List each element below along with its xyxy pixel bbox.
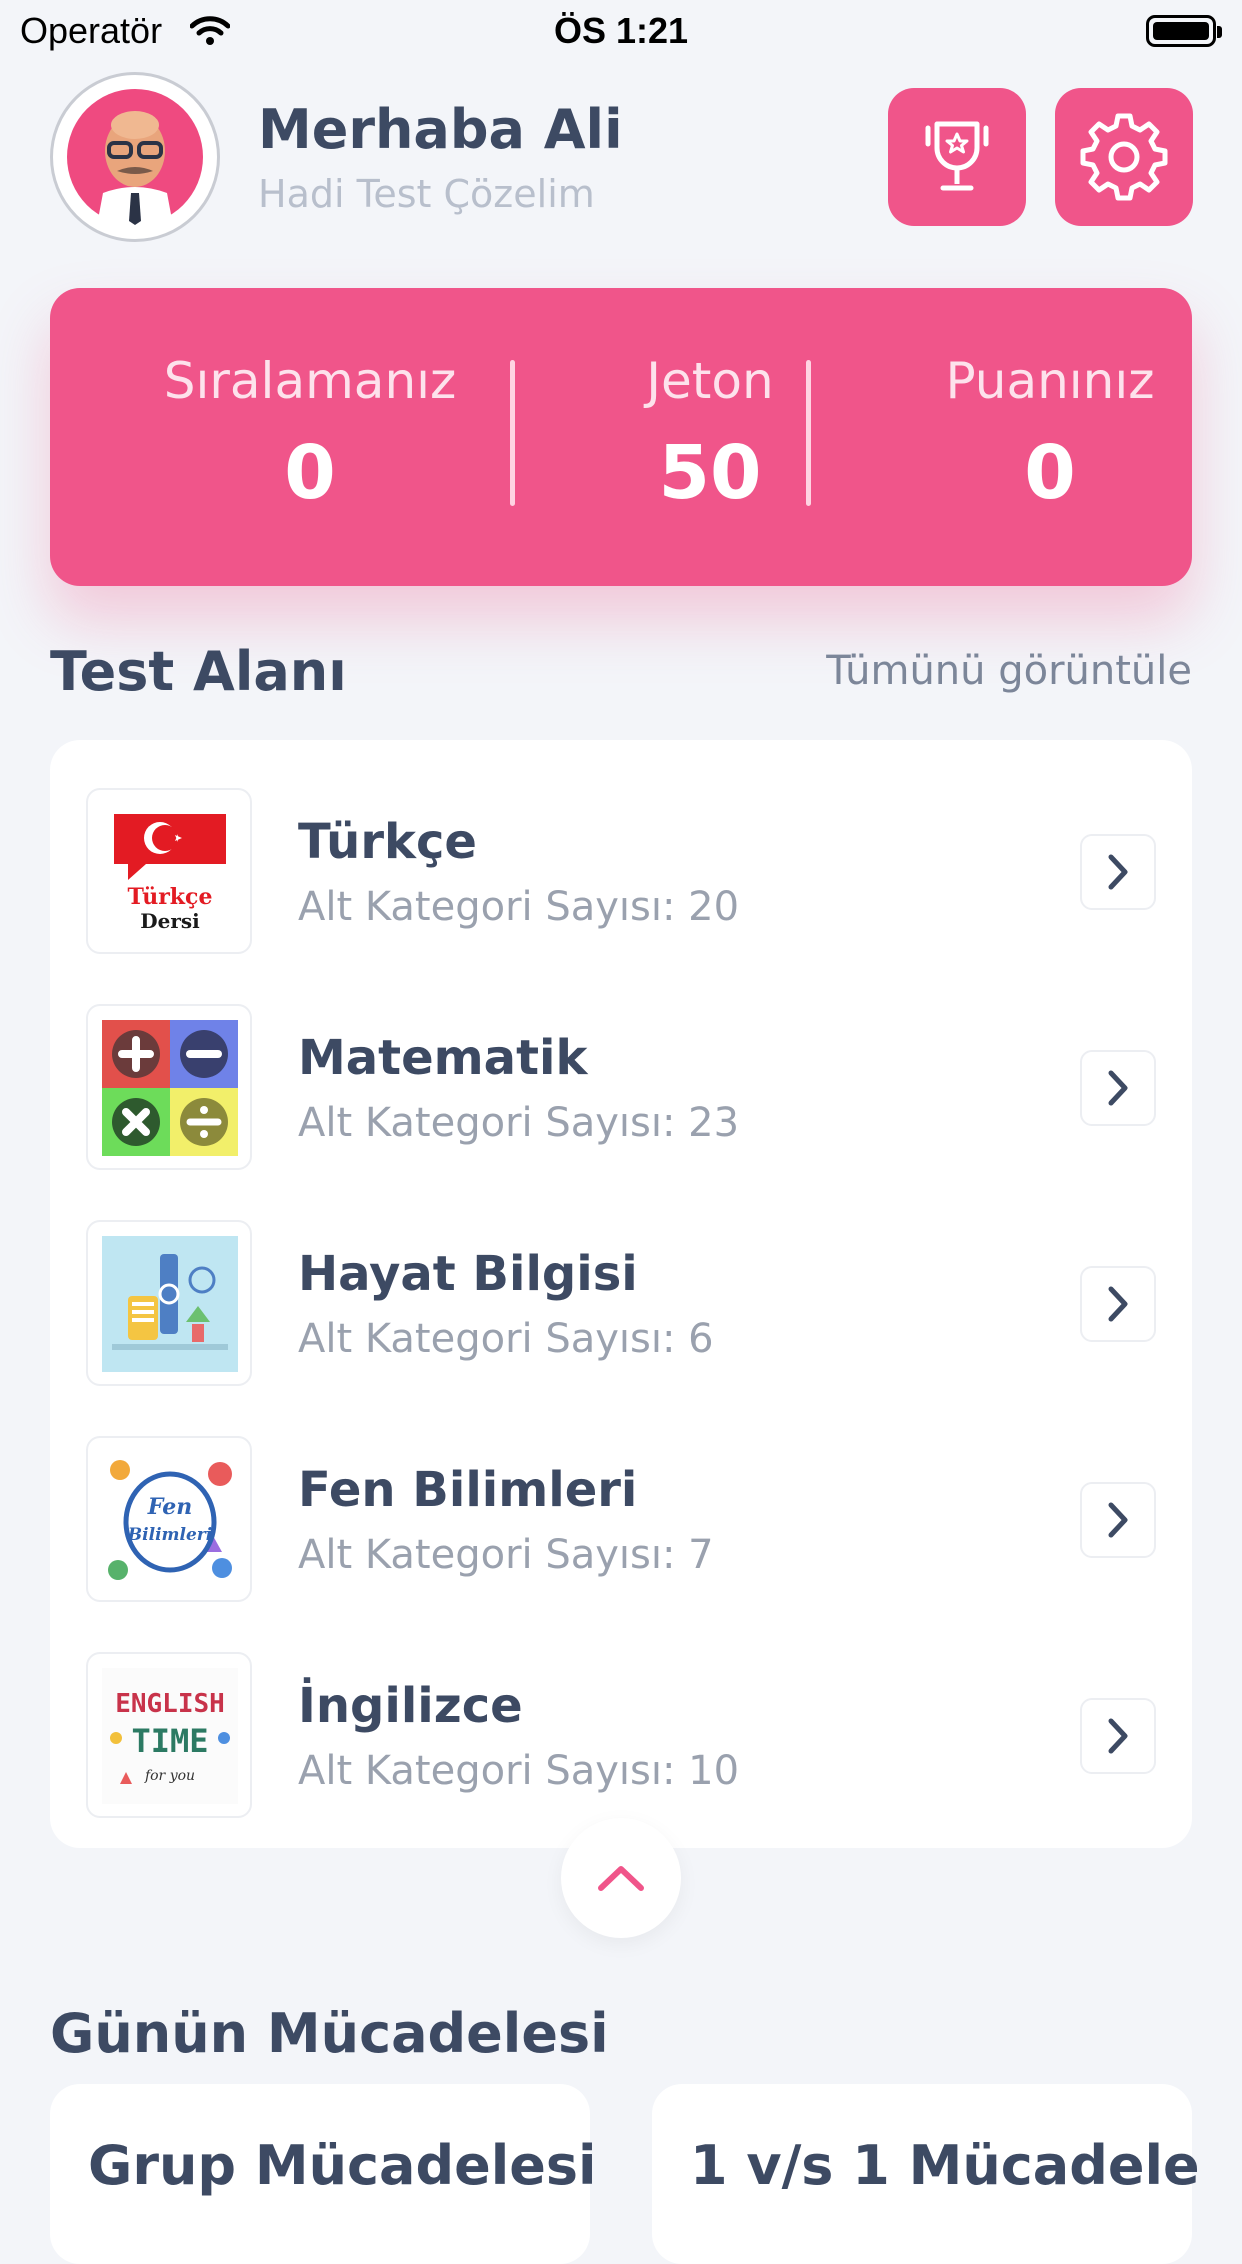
trophy-icon [925,121,989,191]
battery-icon [1146,15,1222,47]
collapse-button[interactable] [561,1818,681,1938]
chevron-right-button[interactable] [1080,1698,1156,1774]
leaderboard-button[interactable] [888,88,1026,226]
chevron-right-icon [1108,1286,1128,1322]
list-item[interactable]: ENGLISH TIME for you İngilizce Alt Kateg… [50,1628,1192,1844]
group-challenge-card[interactable]: Grup Mücadelesi [50,2084,597,2264]
english-time-icon: ENGLISH TIME for you [102,1668,238,1804]
thumb-text: Türkçe [128,884,213,910]
category-thumbnail [86,1220,252,1386]
category-name: Türkçe [298,814,477,870]
list-item[interactable]: Hayat Bilgisi Alt Kategori Sayısı: 6 [50,1196,1192,1412]
clock: ÖS 1:21 [553,10,689,51]
stat-points: Puanınız 0 [810,288,1242,586]
category-name: Matematik [298,1030,588,1086]
chevron-right-icon [1108,854,1128,890]
subcategory-count: Alt Kategori Sayısı: 6 [298,1316,714,1362]
chevron-right-icon [1108,1502,1128,1538]
stat-value: 0 [284,430,336,516]
greeting: Merhaba Ali [258,98,623,161]
stat-rank: Sıralamanız 0 [90,288,530,586]
thumb-text: for you [144,1768,195,1784]
category-thumbnail: Türkçe Dersi [86,788,252,954]
chevron-right-button[interactable] [1080,834,1156,910]
chevron-up-icon [598,1866,644,1891]
thumb-text: Fen [147,1494,192,1520]
turkish-flag-icon: Türkçe Dersi [114,814,226,933]
greeting-subtitle: Hadi Test Çözelim [258,172,595,216]
category-list: Türkçe Dersi Türkçe Alt Kategori Sayısı:… [50,740,1192,1848]
stat-label: Sıralamanız [163,352,457,410]
category-name: İngilizce [298,1678,523,1734]
thumb-text: TIME [131,1722,208,1760]
thumb-text: Dersi [140,909,200,933]
thumb-text: ENGLISH [115,1689,225,1719]
list-item[interactable]: Türkçe Dersi Türkçe Alt Kategori Sayısı:… [50,764,1192,980]
category-thumbnail: Fen Bilimleri [86,1436,252,1602]
chevron-right-icon [1108,1718,1128,1754]
stat-label: Puanınız [945,352,1155,410]
list-item[interactable]: Fen Bilimleri Fen Bilimleri Alt Kategori… [50,1412,1192,1628]
category-thumbnail [86,1004,252,1170]
list-item[interactable]: Matematik Alt Kategori Sayısı: 23 [50,980,1192,1196]
category-name: Hayat Bilgisi [298,1246,638,1302]
chevron-right-icon [1108,1070,1128,1106]
subcategory-count: Alt Kategori Sayısı: 20 [298,884,740,930]
math-operators-icon [102,1020,238,1156]
section-title: Günün Mücadelesi [50,2002,609,2065]
stats-card: Sıralamanız 0 Jeton 50 Puanınız 0 [50,288,1192,586]
thumb-text: Bilimleri [127,1525,212,1545]
category-name: Fen Bilimleri [298,1462,638,1518]
status-bar: Operatör ÖS 1:21 [0,0,1242,62]
subcategory-count: Alt Kategori Sayısı: 7 [298,1532,714,1578]
see-all-link[interactable]: Tümünü görüntüle [826,648,1192,694]
settings-button[interactable] [1055,88,1193,226]
category-thumbnail: ENGLISH TIME for you [86,1652,252,1818]
stat-value: 0 [1024,430,1076,516]
subcategory-count: Alt Kategori Sayısı: 23 [298,1100,740,1146]
subcategory-count: Alt Kategori Sayısı: 10 [298,1748,740,1794]
card-title: 1 v/s 1 Mücadele [690,2134,1200,2197]
divider [510,360,515,506]
science-icon: Fen Bilimleri [102,1452,238,1588]
gear-icon [1080,113,1168,201]
card-title: Grup Mücadelesi [88,2134,597,2197]
chevron-right-button[interactable] [1080,1266,1156,1342]
chevron-right-button[interactable] [1080,1482,1156,1558]
chevron-right-button[interactable] [1080,1050,1156,1126]
section-title: Test Alanı [50,640,347,703]
science-lab-icon [102,1236,238,1372]
duel-challenge-card[interactable]: 1 v/s 1 Mücadele [652,2084,1200,2264]
teacher-avatar-icon [67,89,203,225]
avatar[interactable] [50,72,220,242]
